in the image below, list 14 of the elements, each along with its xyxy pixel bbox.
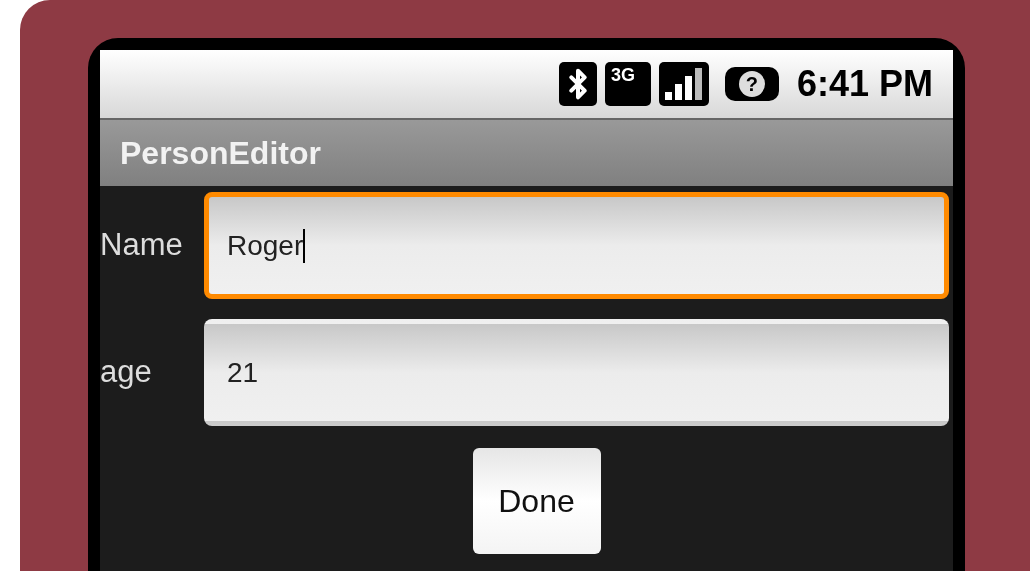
field-label: Name xyxy=(100,226,184,265)
text-field[interactable]: 21 xyxy=(204,319,949,426)
network-badge: 3G xyxy=(604,62,651,106)
sim-status: ? xyxy=(738,71,765,97)
field-label: age xyxy=(100,353,153,392)
field-value: Roger xyxy=(227,228,304,263)
field-value: 21 xyxy=(227,355,259,390)
done-button[interactable]: Done xyxy=(472,448,601,554)
bluetooth-icon xyxy=(558,62,597,106)
signal-icon xyxy=(658,62,709,106)
text-field[interactable]: Roger xyxy=(204,192,949,299)
clock-time: 6:41 PM xyxy=(796,62,933,106)
text-cursor xyxy=(303,228,306,263)
app-title: PersonEditor xyxy=(120,134,321,173)
